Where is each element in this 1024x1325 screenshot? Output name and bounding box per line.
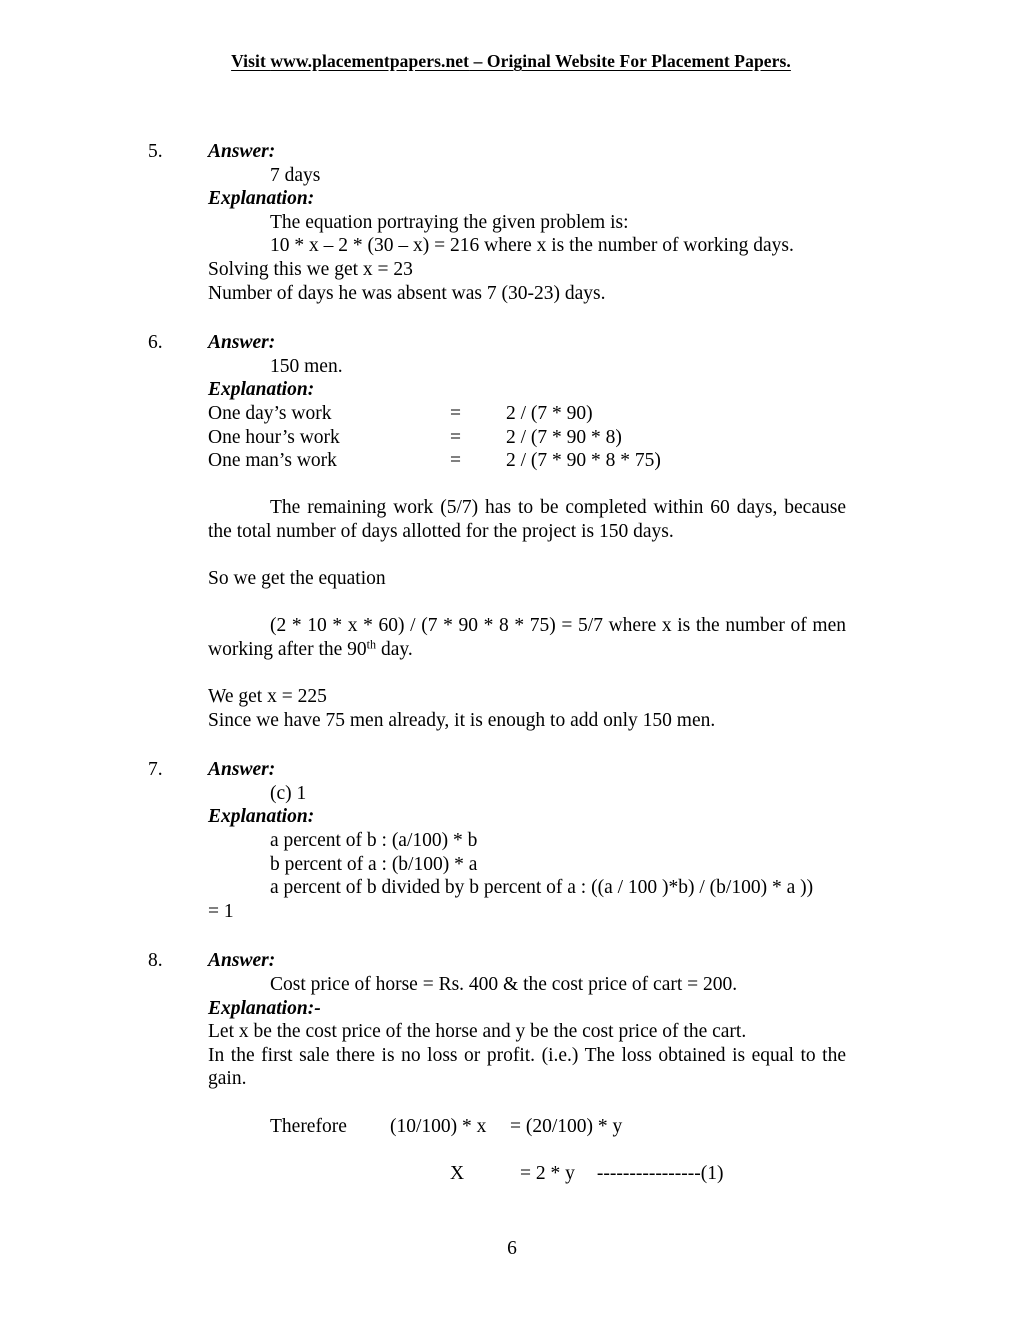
explanation-label-6: Explanation: [208,379,315,401]
block-gap-5-6 [148,305,848,331]
answer-block-5: 5. Answer: 7 days Explanation: The equat… [148,140,848,305]
work-row-value-3: 2 / (7 * 90 * 8 * 75) [506,450,661,472]
question-body-5: Answer: 7 days Explanation: The equation… [208,140,848,305]
table-row: One man’s work = 2 / (7 * 90 * 8 * 75) [208,449,661,473]
site-header-url[interactable]: www.placementpapers.net [270,51,469,71]
answer-label-7: Answer: [208,759,276,781]
answer-block-7: 7. Answer: (c) 1 Explanation: a percent … [148,758,848,923]
question-body-8: Answer: Cost price of horse = Rs. 400 & … [208,949,848,1185]
block-gap-7-8 [148,923,848,949]
site-header-visit: Visit [231,51,271,71]
closing-6-1: We get x = 225 [208,686,327,708]
closing-6-2: Since we have 75 men already, it is enou… [208,709,716,731]
result-7: = 1 [208,900,234,922]
equation-8-line-1: Therefore (10/100) * x = (20/100) * y [208,1115,848,1139]
question-number-5: 5. [148,141,163,162]
work-row-value-2: 2 / (7 * 90 * 8) [506,426,622,448]
explanation-line-7-1: a percent of b : (a/100) * b [270,830,478,852]
explanation-line-5-4: Number of days he was absent was 7 (30-2… [208,282,606,304]
explanation-line-8-2: In the first sale there is no loss or pr… [208,1044,846,1090]
explanation-label-5: Explanation: [208,188,315,210]
answer-block-8: 8. Answer: Cost price of horse = Rs. 400… [148,949,848,1185]
answer-value-8: Cost price of horse = Rs. 400 & the cost… [270,974,738,995]
equation-6: (2 * 10 * x * 60) / (7 * 90 * 8 * 75) = … [208,614,846,661]
explanation-line-5-3: Solving this we get x = 23 [208,258,413,280]
work-row-value-1: 2 / (7 * 90) [506,402,593,424]
equation-8-ref-number: (1) [700,1162,724,1184]
answer-value-7: (c) 1 [270,782,307,804]
answer-value-5: 7 days [270,164,321,186]
paragraph-6-2: So we get the equation [208,568,386,590]
question-body-7: Answer: (c) 1 Explanation: a percent of … [208,758,848,923]
table-row: One hour’s work = 2 / (7 * 90 * 8) [208,426,661,450]
equation-6-part1: (2 * 10 * x * 60) / (7 * 90 * 8 * 75) = … [208,615,846,660]
site-header: Visit www.placementpapers.net – Original… [148,50,874,72]
equation-8-lhs2: X [450,1162,465,1184]
equation-6-superscript: th [366,637,377,652]
answer-block-6: 6. Answer: 150 men. Explanation: One day… [148,331,848,732]
question-number-7: 7. [148,759,163,781]
equation-8-ref-dashes: ---------------- [596,1162,701,1184]
work-row-equals-3: = [450,450,461,472]
work-row-label-2: One hour’s work [208,426,340,448]
paragraph-6-1: The remaining work (5/7) has to be compl… [208,497,846,542]
work-row-label-3: One man’s work [208,450,337,472]
explanation-line-7-2: b percent of a : (b/100) * a [270,853,478,875]
block-gap-6-7 [148,732,848,758]
site-header-tagline: – Original Website For Placement Papers. [469,51,791,71]
work-row-equals-2: = [450,426,461,448]
question-number-8: 8. [148,950,163,972]
equation-8-rhs2: 2 * y [535,1162,575,1184]
page-number: 6 [507,1238,517,1259]
equation-8-line-2: X = 2 * y ----------------(1) [208,1162,848,1186]
equation-6-part2: day. [376,638,413,660]
answer-label-8: Answer: [208,950,276,972]
equation-8-equals1: = [510,1115,521,1137]
table-row: One day’s work = 2 / (7 * 90) [208,402,661,426]
explanation-label-7: Explanation: [208,806,315,828]
explanation-line-7-3: a percent of b divided by b percent of a… [270,877,814,899]
answers-content: 5. Answer: 7 days Explanation: The equat… [148,140,848,1185]
explanation-line-5-2: 10 * x – 2 * (30 – x) = 216 where x is t… [270,235,794,257]
answer-label-6: Answer: [208,332,276,354]
question-body-6: Answer: 150 men. Explanation: One day’s … [208,331,848,732]
question-number-6: 6. [148,332,163,354]
work-row-equals-1: = [450,402,461,424]
document-page: Visit www.placementpapers.net – Original… [0,0,1024,1325]
explanation-line-8-1: Let x be the cost price of the horse and… [208,1021,747,1043]
explanation-label-8: Explanation:- [208,997,321,1019]
equation-8-equals2: = [520,1162,531,1184]
equation-8-lhs1: (10/100) * x [390,1115,487,1137]
answer-label-5: Answer: [208,141,276,162]
explanation-line-5-1: The equation portraying the given proble… [270,211,629,233]
equation-8-rhs1: (20/100) * y [525,1115,623,1137]
therefore-label: Therefore [270,1115,347,1137]
work-row-label-1: One day’s work [208,402,332,424]
answer-value-6: 150 men. [270,355,343,377]
work-rate-table: One day’s work = 2 / (7 * 90) One hour’s… [208,402,661,473]
